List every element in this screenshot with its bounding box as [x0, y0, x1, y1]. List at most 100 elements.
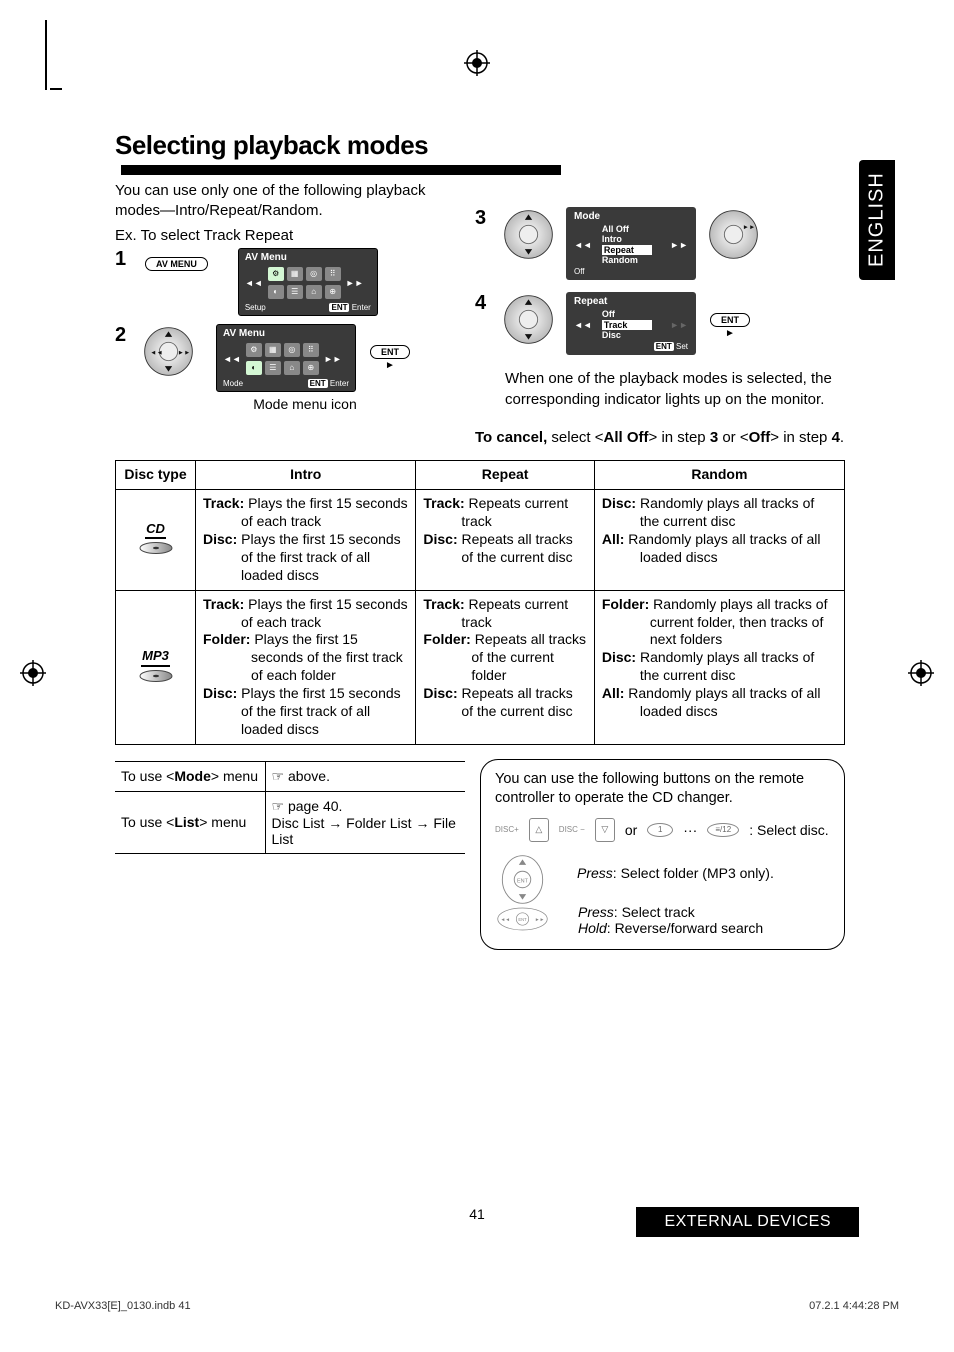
mode-screen-footer: Off [574, 267, 688, 276]
language-tab: ENGLISH [859, 160, 895, 280]
disc-type-mp3: MP3 [116, 590, 196, 744]
heading-text: Selecting playback modes [115, 130, 428, 160]
play-icon: ► [710, 328, 750, 339]
th-random: Random [594, 461, 844, 490]
ent-button[interactable]: ENT [710, 313, 750, 327]
cancel-alloff: All Off [604, 429, 649, 446]
mode-item: Intro [602, 234, 666, 244]
crop-mark [45, 20, 47, 90]
press-label: Press [577, 865, 613, 881]
ent-pill: ENT [308, 379, 328, 388]
crop-mark [50, 88, 62, 90]
cancel-off: Off [749, 429, 771, 446]
dpad-icon[interactable] [501, 207, 556, 262]
menu-icon: ▦ [287, 267, 303, 281]
arrow-right-icon: → [415, 815, 429, 831]
ent-pill: ENT [329, 303, 349, 312]
cell-intro: Track: Plays the first 15 seconds of eac… [196, 590, 416, 744]
menu-title: AV Menu [223, 328, 349, 339]
table-header-row: Disc type Intro Repeat Random [116, 461, 845, 490]
number-button-12-icon[interactable]: ≡/12 [707, 823, 739, 837]
menu-icon: ⠿ [325, 267, 341, 281]
svg-text:►►: ►► [535, 918, 545, 923]
table-row: MP3 Track: Plays the first 15 seconds of… [116, 590, 845, 744]
press-label: Press [578, 904, 614, 920]
dpad-icon[interactable]: ◄◄►► [141, 324, 196, 379]
menu-footer-left: Mode [223, 379, 243, 388]
remote-intro: You can use the following buttons on the… [495, 770, 830, 808]
svg-text:►►: ►► [743, 224, 756, 231]
svg-text:◄◄: ◄◄ [150, 349, 163, 356]
remote-select-folder-row: ENT Press: Select folder (MP3 only). [495, 852, 830, 894]
dpad-horizontal-icon[interactable]: ENT ◄◄ ►► [495, 904, 550, 937]
play-icon: ► [370, 360, 410, 371]
menu-footer-left: Setup [245, 303, 266, 312]
mode-screen: Mode ◄◄ All Off Intro Repeat Random ►► O… [566, 207, 696, 280]
remote-select-track-row: ENT ◄◄ ►► Press: Select track Hold: Revers… [495, 904, 830, 937]
menu-icon: ◎ [306, 267, 322, 281]
step-number-2: 2 [115, 324, 135, 347]
intro-paragraph-1: You can use only one of the following pl… [115, 181, 465, 222]
step-number-1: 1 [115, 248, 135, 271]
dpad-icon[interactable]: ►► [706, 207, 761, 262]
up-button-icon[interactable]: △ [529, 818, 549, 842]
menu-icon: ◎ [284, 343, 300, 357]
remote-controller-box: You can use the following buttons on the… [480, 759, 845, 950]
hold-label: Hold [578, 920, 607, 936]
dots: ··· [683, 822, 697, 838]
menu-icon: ☰ [287, 285, 303, 299]
mode-list-menu-table: To use <Mode> menu ☞ above. To use <List… [115, 761, 465, 854]
menu-icon: ⊕ [303, 361, 319, 375]
down-button-icon[interactable]: ▽ [595, 818, 615, 842]
left-arrow-icon: ◄◄ [245, 278, 263, 288]
table-row: CD Track: Plays the first 15 seconds of … [116, 490, 845, 591]
av-menu-screen-2: AV Menu ◄◄ ⚙▦◎⠿ ◐☰⌂⊕ ►► ModeENT Enter [216, 324, 356, 392]
number-button-1-icon[interactable]: 1 [647, 823, 673, 837]
menu-footer-right: Enter [330, 379, 349, 388]
cell-repeat: Track: Repeats current track Disc: Repea… [416, 490, 594, 591]
left-arrow-icon: ◄◄ [574, 240, 592, 250]
cell-random: Folder: Randomly plays all tracks of cur… [594, 590, 844, 744]
step-number-3: 3 [475, 207, 495, 230]
cell-intro: Track: Plays the first 15 seconds of eac… [196, 490, 416, 591]
cell-repeat: Track: Repeats current track Folder: Rep… [416, 590, 594, 744]
repeat-screen-title: Repeat [574, 296, 688, 307]
menu-icon: ▦ [265, 343, 281, 357]
av-menu-screen-1: AV Menu ◄◄ ⚙▦◎⠿ ◐☰⌂⊕ ►► SetupENT Enter [238, 248, 378, 316]
step-number-4: 4 [475, 292, 495, 315]
ent-pill: ENT [654, 342, 674, 351]
repeat-item-selected: Track [602, 320, 652, 330]
left-arrow-icon: ◄◄ [574, 320, 592, 330]
svg-text:◄◄: ◄◄ [501, 918, 511, 923]
heading-bar [121, 165, 561, 175]
section-heading: Selecting playback modes [115, 130, 845, 177]
registration-mark-icon [464, 50, 490, 79]
ent-button[interactable]: ENT [370, 345, 410, 359]
menu-icon: ◐ [268, 285, 284, 299]
menu-icon: ☰ [265, 361, 281, 375]
dpad-vertical-icon[interactable]: ENT [495, 852, 537, 894]
menu-table-label: To use <Mode> menu [115, 761, 265, 791]
registration-mark-icon [908, 660, 934, 689]
cd-label: CD [145, 521, 166, 540]
repeat-item: Off [602, 309, 666, 319]
disc-plus-label: DISC+ [495, 825, 519, 834]
svg-text:ENT: ENT [517, 878, 529, 884]
svg-text:ENT: ENT [518, 917, 527, 922]
dpad-icon[interactable] [501, 292, 556, 347]
menu-table-label: To use <List> menu [115, 791, 265, 853]
footer-filename: KD-AVX33[E]_0130.indb 41 [55, 1300, 191, 1312]
right-arrow-icon: ►► [670, 320, 688, 330]
mode-menu-caption: Mode menu icon [235, 396, 375, 412]
cell-random: Disc: Randomly plays all tracks of the c… [594, 490, 844, 591]
search-text: : Reverse/forward search [607, 920, 763, 936]
select-track-text: : Select track [614, 904, 695, 920]
menu-footer-right: Enter [352, 303, 371, 312]
disc-type-cd: CD [116, 490, 196, 591]
menu-icon: ◐ [246, 361, 262, 375]
av-menu-button[interactable]: AV MENU [145, 257, 208, 271]
footer-timestamp: 07.2.1 4:44:28 PM [809, 1300, 899, 1312]
menu-table-row: To use <List> menu ☞ page 40. Disc List … [115, 791, 465, 853]
remote-select-disc-row: DISC+ △ DISC − ▽ or 1 ··· ≡/12 : Select … [495, 818, 830, 842]
select-disc-text: : Select disc. [749, 822, 828, 838]
